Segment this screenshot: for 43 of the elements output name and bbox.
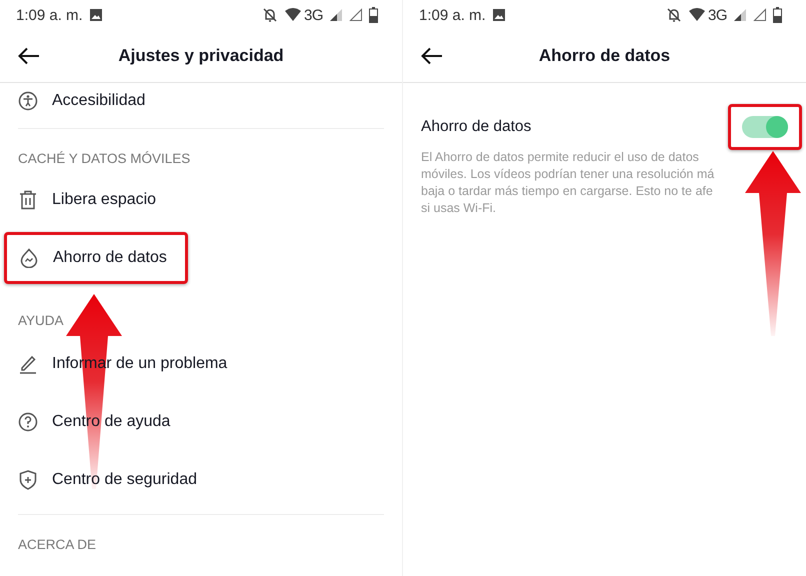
signal-icon bbox=[329, 8, 343, 22]
pencil-icon bbox=[18, 354, 38, 374]
settings-item[interactable]: Centro de seguridad bbox=[0, 451, 402, 509]
accessibility-icon bbox=[18, 91, 38, 111]
setting-label: Ahorro de datos bbox=[421, 118, 532, 136]
network-type: 3G bbox=[708, 6, 727, 24]
muted-bell-icon bbox=[262, 7, 278, 23]
signal-icon bbox=[733, 8, 747, 22]
help-icon bbox=[18, 412, 38, 432]
drop-icon bbox=[19, 248, 39, 268]
status-time: 1:09 a. m. bbox=[16, 6, 83, 24]
network-type: 3G bbox=[304, 6, 323, 24]
muted-bell-icon bbox=[666, 7, 682, 23]
screen-title: Ahorro de datos bbox=[538, 46, 670, 66]
shield-icon bbox=[18, 470, 38, 490]
wifi-icon bbox=[688, 8, 706, 22]
settings-item[interactable]: Accesibilidad bbox=[0, 83, 402, 119]
item-label: Libera espacio bbox=[52, 191, 156, 209]
trash-icon bbox=[18, 190, 38, 210]
setting-description: si usas Wi-Fi. bbox=[421, 200, 496, 217]
screen-title: Ajustes y privacidad bbox=[118, 46, 284, 66]
section-header: ACERCA DE bbox=[18, 537, 96, 553]
back-button[interactable] bbox=[18, 45, 42, 67]
item-label: Accesibilidad bbox=[52, 92, 146, 110]
settings-item[interactable]: Ahorro de datos bbox=[0, 229, 402, 287]
item-label: Centro de seguridad bbox=[52, 471, 197, 489]
signal-icon bbox=[349, 8, 363, 22]
setting-description: móviles. Los vídeos podrían tener una resolución má bbox=[421, 166, 714, 183]
setting-description: El Ahorro de datos permite reducir el uso de datos bbox=[421, 149, 699, 166]
toggle-switch[interactable] bbox=[742, 116, 788, 138]
battery-icon bbox=[773, 7, 782, 23]
signal-icon bbox=[753, 8, 767, 22]
status-time: 1:09 a. m. bbox=[419, 6, 486, 24]
image-icon bbox=[88, 8, 103, 22]
image-icon bbox=[492, 8, 506, 22]
setting-description: baja o tardar más tiempo en cargarse. Esto no te afe bbox=[421, 183, 713, 200]
back-button[interactable] bbox=[421, 45, 445, 67]
wifi-icon bbox=[284, 8, 302, 22]
settings-item[interactable]: Libera espacio bbox=[0, 171, 402, 229]
section-header: AYUDA bbox=[18, 313, 64, 329]
item-label: Ahorro de datos bbox=[53, 249, 167, 267]
battery-icon bbox=[369, 7, 378, 23]
section-header: CACHÉ Y DATOS MÓVILES bbox=[18, 151, 190, 167]
